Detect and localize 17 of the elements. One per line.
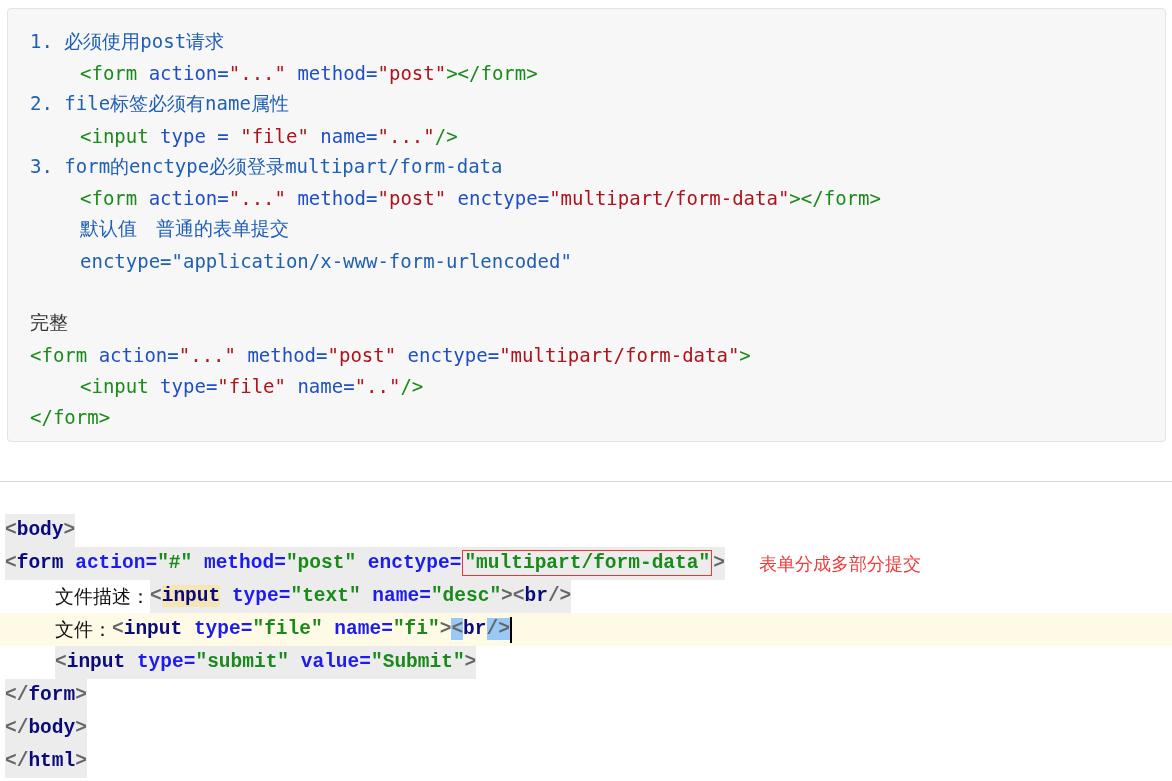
code-line: <input type = "file" name="..."/> xyxy=(80,124,458,147)
label-text: 文件： xyxy=(55,616,112,642)
code-line: <form action="..." method="post" enctype="multipart/form-data"></form> xyxy=(80,187,881,210)
note-text: enctype="application/x-www-form-urlencoded" xyxy=(80,249,572,272)
text-cursor xyxy=(509,616,512,643)
code-line: <form action="..." method="post" enctype="multipart/form-data"> xyxy=(30,343,751,366)
code-line: <input type="file" name="fi"><br/> xyxy=(112,617,510,642)
code-line: <input type="file" name=".."/> xyxy=(80,374,424,397)
list-item-text: 1. 必须使用post请求 xyxy=(30,28,225,54)
list-item-text: 2. file标签必须有name属性 xyxy=(30,91,289,117)
section-heading: 完整 xyxy=(30,310,68,336)
code-line: <form action="..." method="post"></form> xyxy=(80,61,538,84)
annotation-text: 表单分成多部分提交 xyxy=(758,551,921,576)
label-text: 文件描述： xyxy=(55,583,150,609)
note-text: 默认值 普通的表单提交 xyxy=(80,216,289,242)
list-item-text: 3. form的enctype必须登录multipart/form-data xyxy=(30,153,503,179)
code-line: </form> xyxy=(30,406,111,429)
